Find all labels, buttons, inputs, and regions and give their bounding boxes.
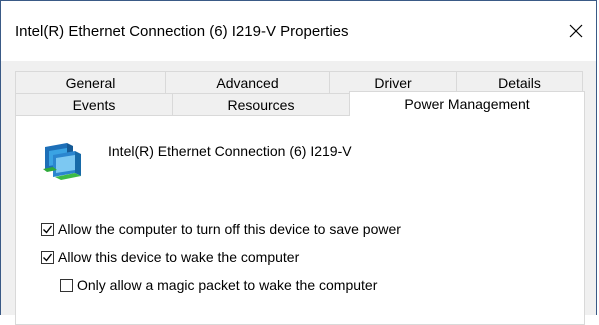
tab-power-management[interactable]: Power Management	[349, 91, 585, 116]
checkmark-icon	[43, 253, 53, 262]
allow-turn-off-checkbox[interactable]	[41, 222, 54, 236]
magic-packet-label: Only allow a magic packet to wake the co…	[77, 277, 378, 293]
tab-details[interactable]: Details	[456, 71, 583, 93]
tab-events[interactable]: Events	[15, 93, 173, 115]
allow-wake-label: Allow this device to wake the computer	[58, 249, 300, 265]
power-management-panel: Intel(R) Ethernet Connection (6) I219-V …	[15, 115, 585, 325]
window-title: Intel(R) Ethernet Connection (6) I219-V …	[15, 23, 349, 40]
tab-driver[interactable]: Driver	[329, 71, 457, 93]
allow-wake-option[interactable]: Allow this device to wake the computer	[41, 249, 299, 265]
tab-row-front: Events Resources Power Management	[15, 91, 585, 116]
tab-row-back: General Advanced Driver Details	[15, 71, 583, 93]
magic-packet-option[interactable]: Only allow a magic packet to wake the co…	[60, 277, 377, 293]
allow-turn-off-label: Allow the computer to turn off this devi…	[58, 221, 401, 237]
allow-wake-checkbox[interactable]	[41, 250, 54, 264]
network-adapter-icon	[43, 143, 81, 180]
title-bar: Intel(R) Ethernet Connection (6) I219-V …	[1, 1, 596, 61]
tab-resources[interactable]: Resources	[172, 93, 350, 115]
magic-packet-checkbox[interactable]	[60, 278, 73, 292]
close-button[interactable]	[556, 11, 596, 51]
close-icon	[569, 24, 583, 38]
checkmark-icon	[43, 225, 53, 234]
dialog-client-area: General Advanced Driver Details Events R…	[1, 61, 596, 325]
tab-advanced[interactable]: Advanced	[165, 71, 330, 93]
allow-turn-off-option[interactable]: Allow the computer to turn off this devi…	[41, 221, 401, 237]
device-name: Intel(R) Ethernet Connection (6) I219-V	[108, 143, 352, 159]
tab-general[interactable]: General	[15, 71, 166, 93]
